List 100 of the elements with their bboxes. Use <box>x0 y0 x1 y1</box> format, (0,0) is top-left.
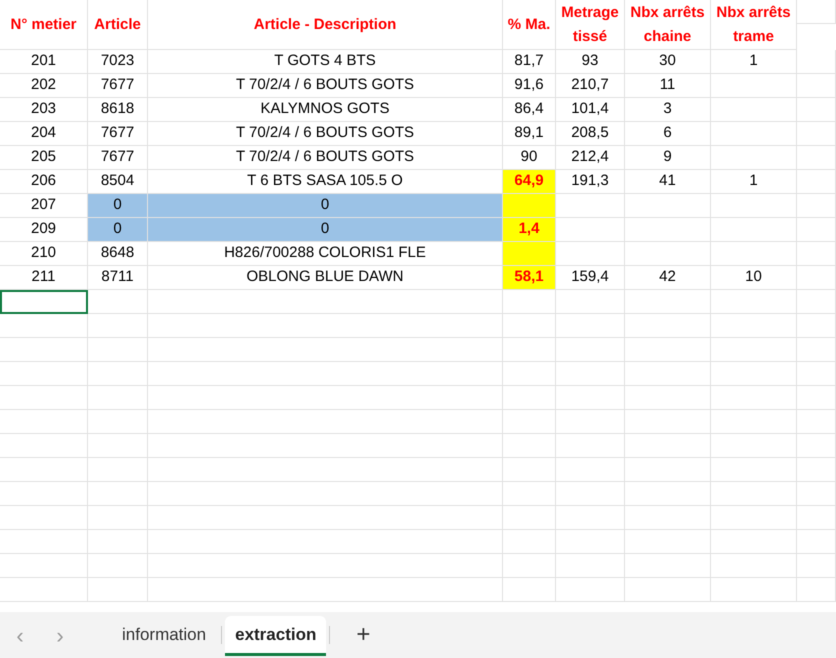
sheet-tab[interactable]: extraction <box>225 616 326 656</box>
empty-cell <box>797 290 836 314</box>
table-cell: 30 <box>625 50 711 74</box>
empty-cell <box>88 506 148 530</box>
empty-cell <box>503 506 556 530</box>
table-cell: 1 <box>711 170 797 194</box>
column-header: Article <box>88 0 148 50</box>
table-cell: 203 <box>0 98 88 122</box>
column-header: Article - Description <box>148 0 503 50</box>
table-cell: 202 <box>0 74 88 98</box>
table-cell: T 70/2/4 / 6 BOUTS GOTS <box>148 122 503 146</box>
empty-cell <box>797 0 836 24</box>
table-cell: 6 <box>625 122 711 146</box>
table-cell: 0 <box>88 218 148 242</box>
table-cell: 7677 <box>88 146 148 170</box>
empty-cell <box>556 434 625 458</box>
empty-cell <box>88 458 148 482</box>
empty-cell <box>797 218 836 242</box>
table-cell: 0 <box>148 194 503 218</box>
table-cell: 89,1 <box>503 122 556 146</box>
empty-cell <box>797 362 836 386</box>
table-cell: 205 <box>0 146 88 170</box>
empty-cell <box>797 122 836 146</box>
empty-cell <box>797 74 836 98</box>
empty-cell <box>556 410 625 434</box>
table-cell: 11 <box>625 74 711 98</box>
column-header: Metrage tissé <box>556 0 625 50</box>
empty-cell <box>797 194 836 218</box>
empty-cell <box>503 458 556 482</box>
empty-cell <box>797 554 836 578</box>
table-cell: 211 <box>0 266 88 290</box>
table-cell: 7023 <box>88 50 148 74</box>
empty-cell <box>797 266 836 290</box>
table-cell: 208,5 <box>556 122 625 146</box>
empty-cell <box>88 434 148 458</box>
empty-cell <box>503 434 556 458</box>
empty-cell <box>797 506 836 530</box>
empty-cell <box>797 146 836 170</box>
table-cell: T 70/2/4 / 6 BOUTS GOTS <box>148 146 503 170</box>
column-header: N° metier <box>0 0 88 50</box>
table-cell: 8618 <box>88 98 148 122</box>
empty-cell <box>797 530 836 554</box>
empty-cell <box>88 338 148 362</box>
empty-cell <box>797 386 836 410</box>
table-cell: 201 <box>0 50 88 74</box>
add-sheet-button[interactable]: + <box>333 615 394 655</box>
table-cell: 86,4 <box>503 98 556 122</box>
empty-cell <box>797 434 836 458</box>
empty-cell <box>88 482 148 506</box>
empty-cell <box>556 290 625 314</box>
column-header: % Ma. <box>503 0 556 50</box>
table-cell: 101,4 <box>556 98 625 122</box>
table-cell: 10 <box>711 266 797 290</box>
table-cell: 206 <box>0 170 88 194</box>
empty-cell <box>503 290 556 314</box>
empty-cell <box>88 578 148 602</box>
table-cell: 210,7 <box>556 74 625 98</box>
empty-cell <box>503 338 556 362</box>
empty-cell <box>88 410 148 434</box>
sheet-tab[interactable]: information <box>110 615 218 655</box>
empty-cell <box>88 554 148 578</box>
empty-cell <box>556 554 625 578</box>
empty-cell <box>503 554 556 578</box>
empty-cell <box>503 362 556 386</box>
empty-cell <box>503 530 556 554</box>
empty-cell <box>797 338 836 362</box>
table-cell: 0 <box>148 218 503 242</box>
table-cell: H826/700288 COLORIS1 FLE <box>148 242 503 266</box>
empty-cell <box>556 362 625 386</box>
active-cell[interactable] <box>0 290 88 314</box>
empty-cell <box>556 506 625 530</box>
empty-cell <box>88 314 148 338</box>
empty-cell <box>556 386 625 410</box>
empty-cell <box>88 362 148 386</box>
table-cell: 0 <box>88 194 148 218</box>
empty-cell <box>797 98 836 122</box>
table-cell: 8648 <box>88 242 148 266</box>
table-cell: T 70/2/4 / 6 BOUTS GOTS <box>148 74 503 98</box>
table-cell: 204 <box>0 122 88 146</box>
table-cell: 7677 <box>88 74 148 98</box>
empty-cell <box>88 290 148 314</box>
empty-cell <box>556 482 625 506</box>
table-cell: KALYMNOS GOTS <box>148 98 503 122</box>
empty-cell <box>88 530 148 554</box>
empty-cell <box>503 314 556 338</box>
empty-cell <box>797 578 836 602</box>
empty-cell <box>797 314 836 338</box>
table-cell: 1 <box>711 50 797 74</box>
empty-cell <box>503 386 556 410</box>
table-cell: 159,4 <box>556 266 625 290</box>
table-cell: T GOTS 4 BTS <box>148 50 503 74</box>
empty-cell <box>503 410 556 434</box>
table-cell: OBLONG BLUE DAWN <box>148 266 503 290</box>
table-cell: 91,6 <box>503 74 556 98</box>
empty-cell <box>797 482 836 506</box>
empty-cell <box>556 530 625 554</box>
empty-cell <box>797 410 836 434</box>
empty-cell <box>556 314 625 338</box>
column-header: Nbx arrêts trame <box>711 0 797 50</box>
column-header: Nbx arrêts chaine <box>625 0 711 50</box>
